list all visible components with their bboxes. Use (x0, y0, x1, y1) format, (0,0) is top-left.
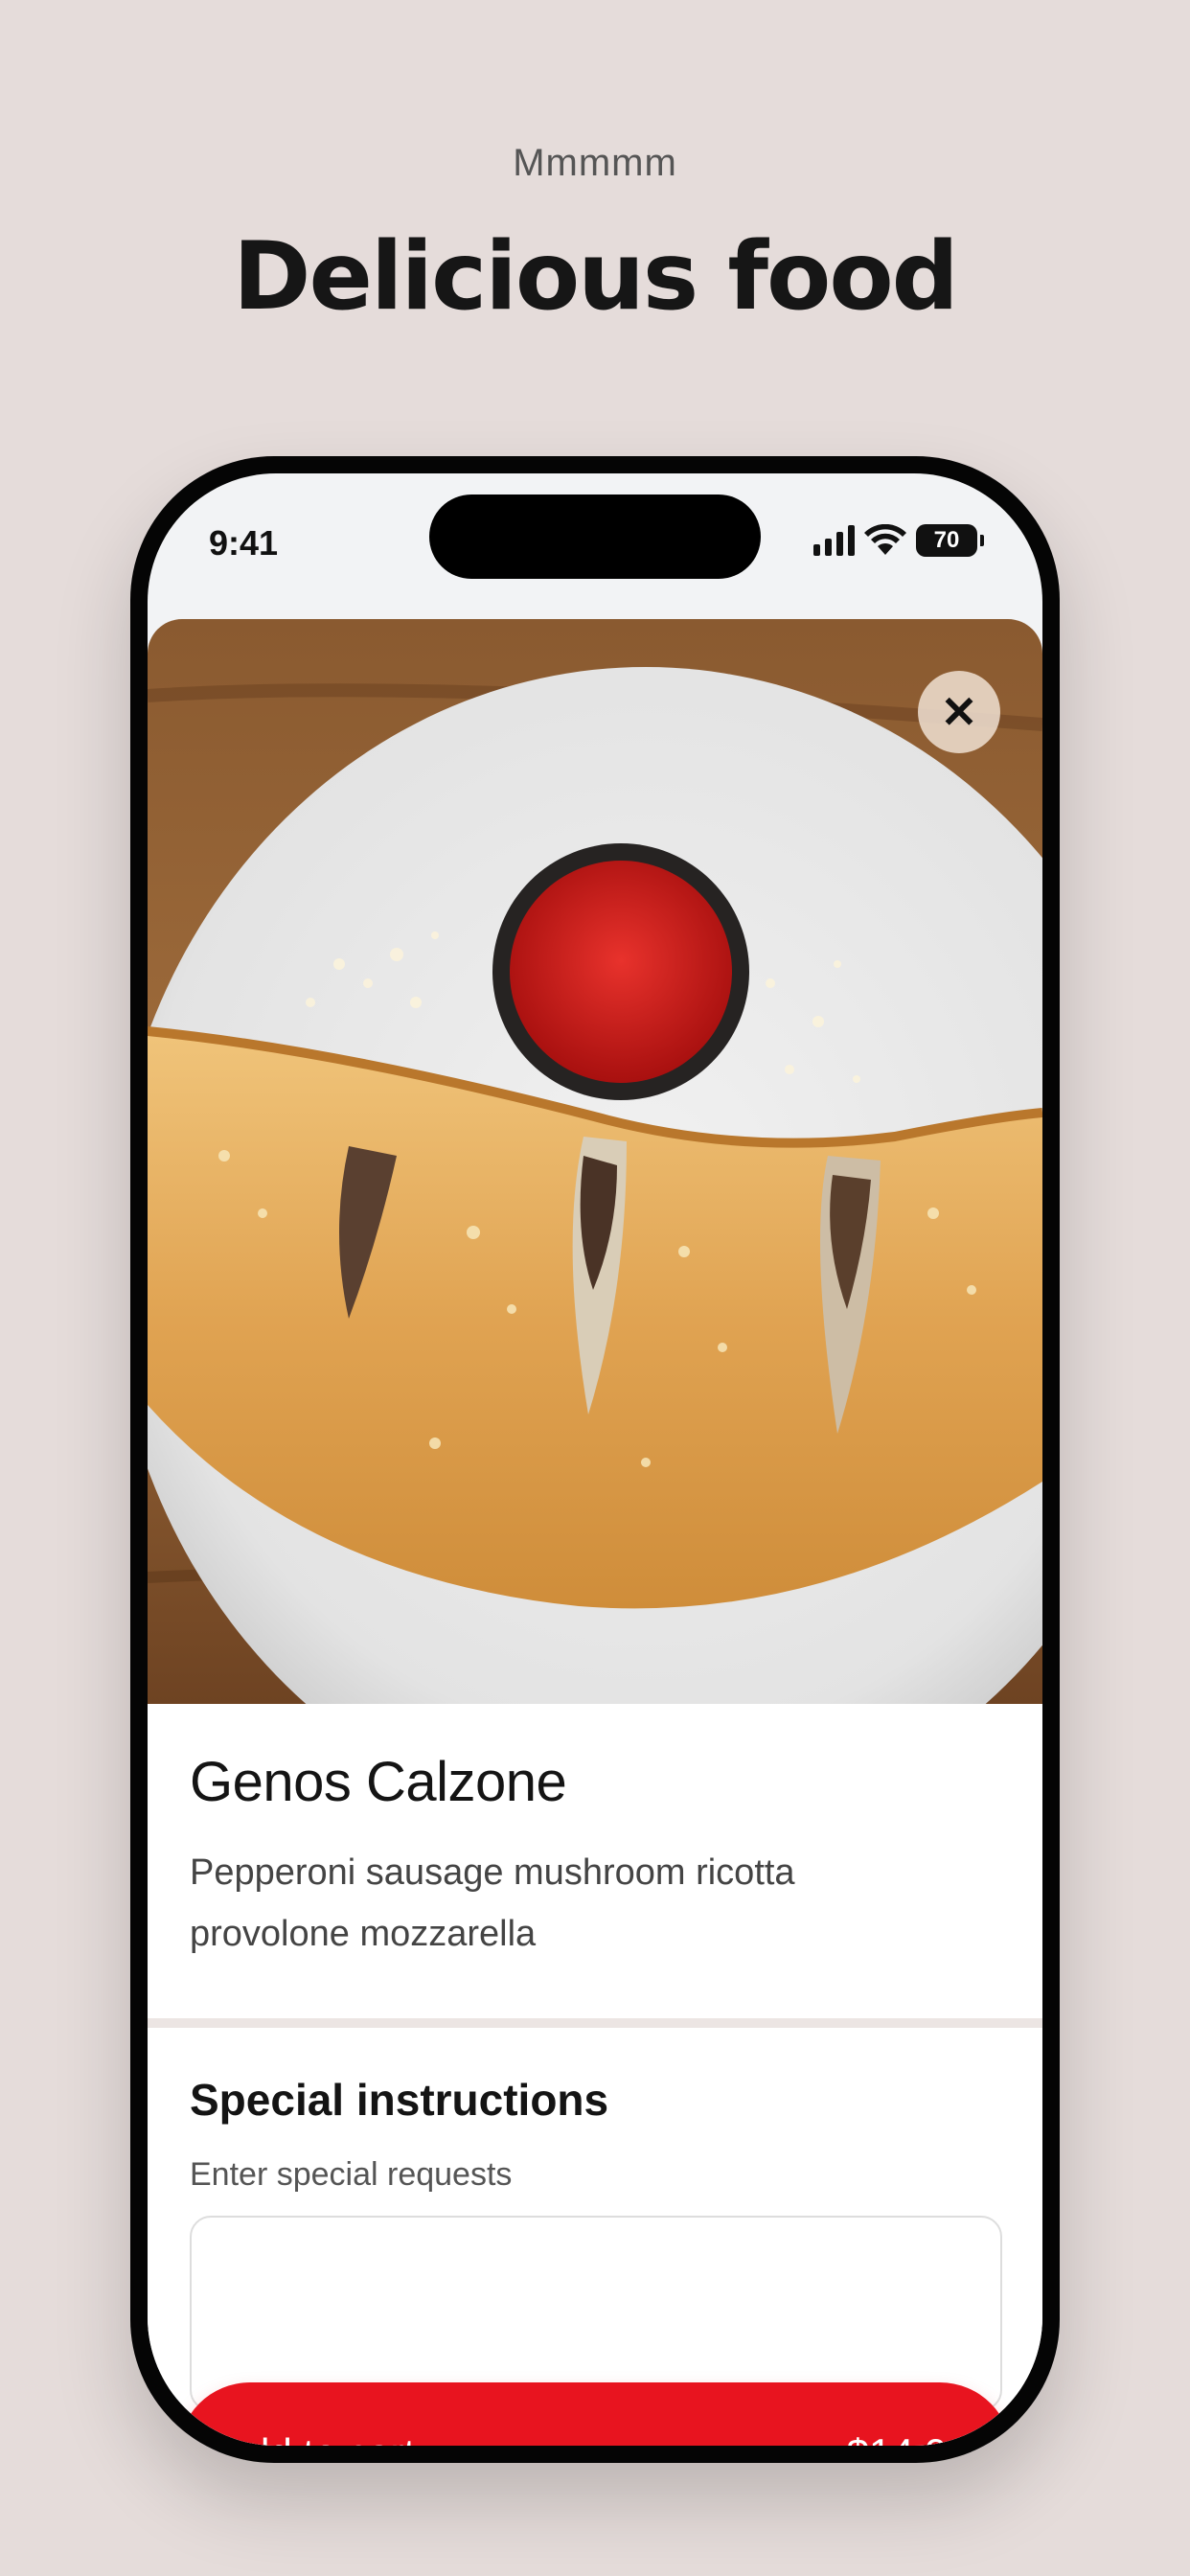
promo-eyebrow: Mmmmm (513, 142, 677, 184)
close-icon: ✕ (940, 687, 978, 737)
section-divider (148, 2018, 1042, 2028)
special-instructions-title: Special instructions (190, 2075, 609, 2125)
cart-price: $14.99 (847, 2430, 970, 2446)
phone-screen: 9:41 70 ✕ Genos Calzone Pepperoni sausag… (148, 473, 1042, 2446)
battery-icon: 70 (916, 524, 984, 557)
special-instructions-subtitle: Enter special requests (190, 2156, 513, 2193)
status-icons: 70 (813, 521, 984, 560)
add-to-cart-label: Add to cart (220, 2430, 415, 2446)
dynamic-island (429, 494, 761, 579)
cellular-signal-icon (813, 525, 855, 556)
promo-title: Delicious food (233, 222, 959, 332)
close-button[interactable]: ✕ (918, 671, 1000, 753)
item-name: Genos Calzone (190, 1751, 567, 1813)
wifi-icon (864, 524, 906, 555)
phone-frame: 9:41 70 ✕ Genos Calzone Pepperoni sausag… (130, 456, 1060, 2463)
status-time: 9:41 (209, 523, 279, 563)
item-detail-sheet: ✕ Genos Calzone Pepperoni sausage mushro… (148, 619, 1042, 2446)
item-description: Pepperoni sausage mushroom ricotta provo… (190, 1852, 795, 1954)
add-to-cart-button[interactable]: Add to cart $14.99 (178, 2382, 1012, 2446)
calzone-photo (148, 619, 1042, 1704)
